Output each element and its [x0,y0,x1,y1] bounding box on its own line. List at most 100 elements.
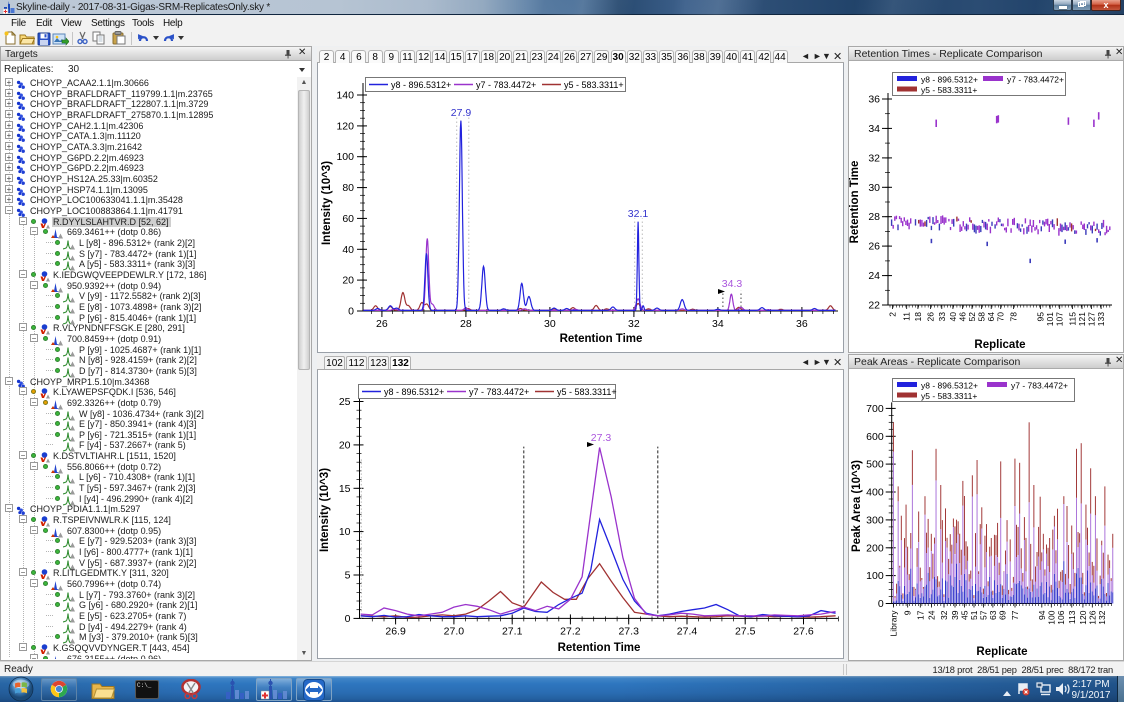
svg-text:y5 - 583.3311+: y5 - 583.3311+ [921,391,977,401]
svg-text:y7 - 783.4472+: y7 - 783.4472+ [476,80,536,90]
svg-text:27.3: 27.3 [591,432,612,444]
svg-text:24: 24 [926,610,936,620]
svg-text:40: 40 [342,244,354,256]
svg-text:26: 26 [868,241,880,253]
svg-text:26.9: 26.9 [385,625,406,637]
svg-text:27.9: 27.9 [451,107,472,119]
svg-text:46: 46 [958,312,968,322]
svg-text:70: 70 [996,312,1006,322]
svg-text:115: 115 [1067,312,1077,326]
svg-text:100: 100 [1046,610,1056,624]
svg-text:126: 126 [1087,610,1097,624]
svg-text:106: 106 [1056,610,1066,624]
svg-text:y7 - 783.4472+: y7 - 783.4472+ [1007,75,1064,85]
svg-text:y8 - 896.5312+: y8 - 896.5312+ [921,381,978,391]
svg-text:27.6: 27.6 [793,625,814,637]
svg-text:32: 32 [939,610,949,620]
svg-text:26: 26 [376,318,388,330]
svg-text:20: 20 [342,275,354,287]
svg-text:64: 64 [986,312,996,322]
svg-text:30: 30 [868,182,880,194]
svg-text:95: 95 [1036,312,1046,322]
svg-text:52: 52 [967,312,977,322]
svg-text:33: 33 [937,312,947,322]
svg-text:18: 18 [913,312,923,322]
svg-text:Retention Time: Retention Time [558,642,641,654]
svg-text:27.2: 27.2 [560,625,581,637]
svg-text:127: 127 [1087,312,1097,326]
svg-text:y7 - 783.4472+: y7 - 783.4472+ [1011,381,1068,391]
svg-text:y5 - 583.3311+: y5 - 583.3311+ [564,80,624,90]
svg-text:133: 133 [1096,312,1106,326]
svg-text:107: 107 [1055,312,1065,326]
svg-text:27.1: 27.1 [502,625,523,637]
svg-text:78: 78 [1009,312,1019,322]
svg-text:y8 - 896.5312+: y8 - 896.5312+ [384,387,444,397]
svg-text:25: 25 [339,396,351,408]
svg-text:34: 34 [868,123,880,135]
svg-text:600: 600 [866,431,884,443]
svg-text:100: 100 [336,151,354,163]
svg-text:0: 0 [878,598,884,610]
svg-text:100: 100 [866,570,884,582]
svg-text:200: 200 [866,542,884,554]
svg-text:28: 28 [460,318,472,330]
svg-text:10: 10 [339,526,351,538]
svg-text:Retention Time: Retention Time [849,161,861,244]
svg-text:2: 2 [887,312,897,317]
svg-text:32: 32 [628,318,640,330]
svg-text:y5 - 583.3311+: y5 - 583.3311+ [557,387,617,397]
svg-text:0: 0 [345,613,351,625]
svg-text:Replicate: Replicate [976,646,1027,658]
svg-text:y5 - 583.3311+: y5 - 583.3311+ [921,85,977,95]
svg-text:27.0: 27.0 [444,625,465,637]
svg-text:121: 121 [1077,312,1087,326]
svg-text:27.3: 27.3 [618,625,639,637]
svg-text:y8 - 896.5312+: y8 - 896.5312+ [391,80,451,90]
svg-text:700: 700 [866,403,884,415]
svg-text:Library: Library [889,610,899,637]
svg-text:11: 11 [902,312,912,321]
svg-text:5: 5 [345,570,351,582]
svg-text:32.1: 32.1 [628,208,649,220]
svg-text:y7 - 783.4472+: y7 - 783.4472+ [469,387,529,397]
svg-text:40: 40 [948,312,958,322]
svg-text:27.5: 27.5 [735,625,756,637]
svg-text:15: 15 [339,483,351,495]
svg-text:32: 32 [868,152,880,164]
svg-text:77: 77 [1010,610,1020,620]
svg-text:113: 113 [1067,610,1077,624]
svg-text:Intensity (10^3): Intensity (10^3) [319,468,331,552]
svg-text:57: 57 [978,610,988,620]
svg-text:34: 34 [712,318,724,330]
svg-text:9: 9 [903,610,913,615]
svg-text:30: 30 [544,318,556,330]
svg-text:22: 22 [868,300,880,312]
svg-text:101: 101 [1045,312,1055,326]
svg-text:69: 69 [997,610,1007,620]
svg-text:140: 140 [336,90,354,102]
svg-text:500: 500 [866,459,884,471]
svg-text:y8 - 896.5312+: y8 - 896.5312+ [921,75,978,85]
svg-text:Intensity (10^3): Intensity (10^3) [321,161,333,245]
svg-text:60: 60 [342,213,354,225]
svg-text:300: 300 [866,514,884,526]
svg-text:400: 400 [866,487,884,499]
svg-text:36: 36 [796,318,808,330]
svg-text:120: 120 [336,120,354,132]
svg-text:Peak Area (10^3): Peak Area (10^3) [851,460,863,552]
svg-text:0: 0 [348,306,354,318]
svg-text:27.4: 27.4 [677,625,698,637]
svg-text:20: 20 [339,439,351,451]
svg-text:132: 132 [1097,610,1107,624]
svg-text:26: 26 [926,312,936,322]
svg-text:17: 17 [915,610,925,620]
svg-text:Replicate: Replicate [974,339,1025,351]
svg-text:39: 39 [950,610,960,620]
svg-text:Retention Time: Retention Time [560,333,643,345]
svg-text:63: 63 [988,610,998,620]
svg-text:24: 24 [868,270,880,282]
svg-text:58: 58 [977,312,987,322]
svg-text:45: 45 [960,610,970,620]
svg-text:34.3: 34.3 [722,278,743,290]
